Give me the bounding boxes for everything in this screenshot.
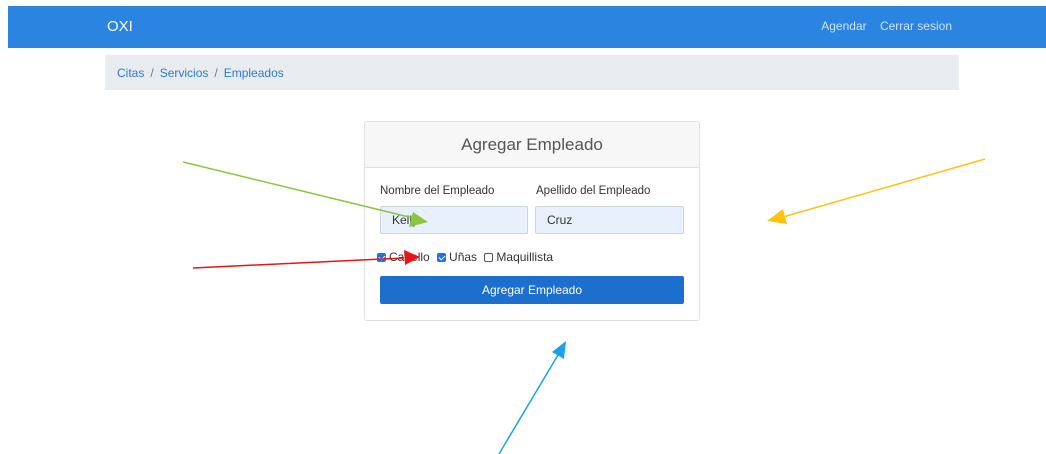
green-arrow-icon <box>182 161 428 227</box>
red-arrow-icon <box>192 250 420 269</box>
annotation-arrows <box>182 158 986 454</box>
yellow-arrow-icon <box>767 158 986 224</box>
blue-arrow-icon <box>498 341 566 454</box>
